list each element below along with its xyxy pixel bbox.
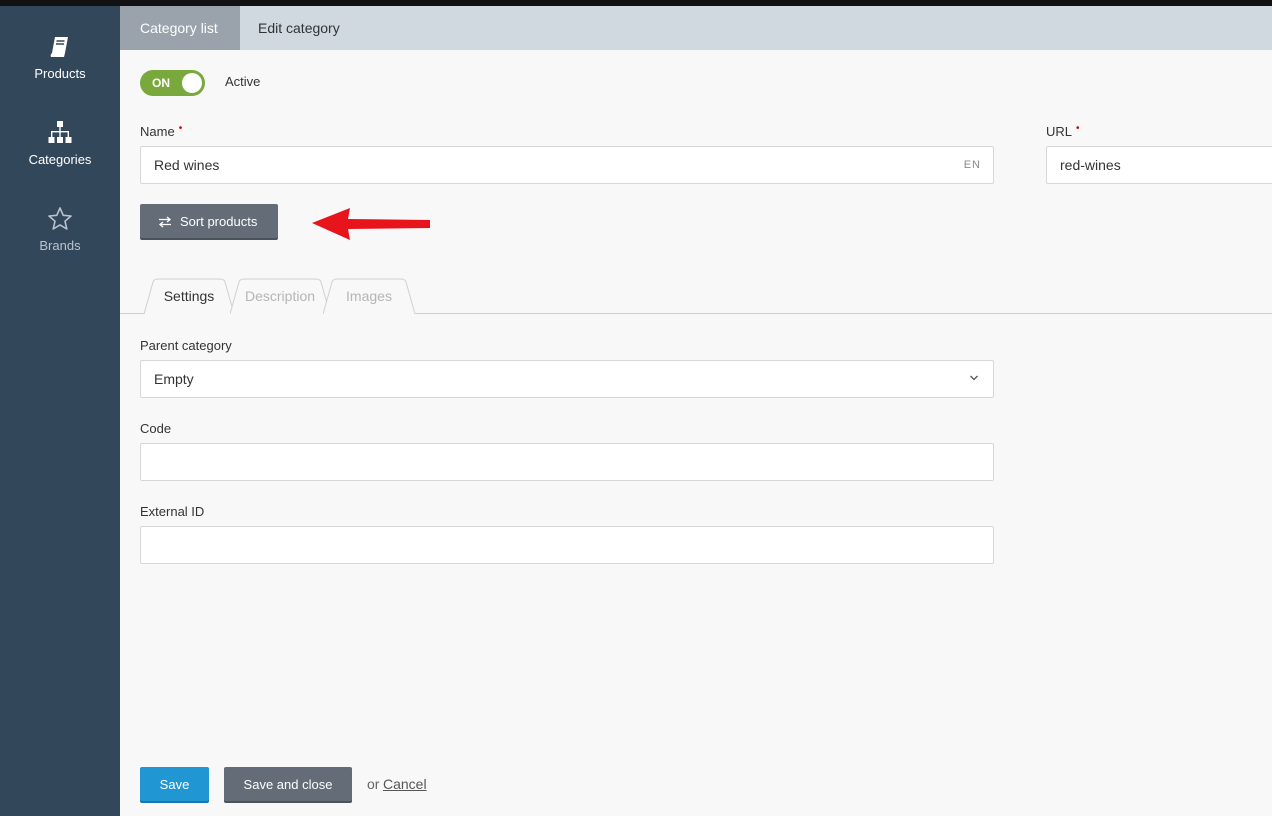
tab-description[interactable]: Description (230, 278, 330, 314)
toggle-knob (182, 73, 202, 93)
required-marker: • (178, 123, 183, 134)
sidebar-item-label: Products (34, 66, 86, 81)
save-button[interactable]: Save (140, 767, 209, 801)
parent-category-label: Parent category (140, 338, 232, 353)
sidebar-item-brands[interactable]: Brands (0, 206, 120, 276)
sitemap-icon (48, 121, 72, 143)
sidebar-item-label: Categories (28, 152, 92, 167)
cancel-link[interactable]: Cancel (383, 776, 427, 792)
save-and-close-button[interactable]: Save and close (224, 767, 352, 801)
code-input[interactable] (140, 443, 994, 481)
breadcrumb-separator (227, 6, 240, 50)
book-icon (50, 37, 68, 57)
breadcrumb-current: Edit category (258, 20, 340, 36)
star-icon (48, 207, 72, 230)
active-toggle[interactable]: ON (140, 70, 205, 96)
url-input[interactable]: red-wines (1046, 146, 1272, 184)
external-id-input[interactable] (140, 526, 994, 564)
sidebar: Products Categories Brands (0, 6, 120, 816)
sidebar-item-products[interactable]: Products (0, 34, 120, 104)
tab-label: Images (346, 288, 392, 304)
tab-settings[interactable]: Settings (144, 278, 234, 314)
parent-category-select[interactable]: Empty (140, 360, 994, 398)
swap-arrows-icon (158, 216, 172, 228)
language-tag[interactable]: EN (964, 147, 981, 183)
chevron-down-icon (970, 375, 978, 381)
breadcrumb: Category list Edit category (120, 6, 1272, 50)
breadcrumb-category-list[interactable]: Category list (120, 6, 240, 50)
sort-products-label: Sort products (180, 213, 258, 229)
name-input[interactable]: Red wines EN (140, 146, 994, 184)
required-marker: • (1076, 123, 1080, 134)
sidebar-item-label: Brands (39, 238, 81, 253)
sort-products-button[interactable]: Sort products (140, 204, 278, 238)
or-text: or (367, 776, 380, 792)
url-label-text: URL (1046, 124, 1073, 139)
main-content: Category list Edit category ON Active Na… (120, 6, 1272, 816)
name-input-value: Red wines (154, 157, 220, 173)
tab-label: Settings (163, 288, 215, 304)
tab-label: Description (244, 288, 316, 304)
url-input-value: red-wines (1060, 157, 1121, 173)
active-label: Active (225, 74, 261, 89)
code-label: Code (140, 421, 172, 436)
external-id-label: External ID (140, 504, 205, 519)
tab-images[interactable]: Images (323, 278, 415, 314)
sidebar-item-categories[interactable]: Categories (0, 120, 120, 190)
toggle-state-text: ON (152, 76, 170, 90)
name-label-text: Name (140, 124, 175, 139)
parent-category-value: Empty (154, 371, 194, 387)
url-label: URL • (1046, 123, 1080, 139)
annotation-arrow-icon (312, 208, 430, 240)
name-label: Name • (140, 123, 183, 139)
